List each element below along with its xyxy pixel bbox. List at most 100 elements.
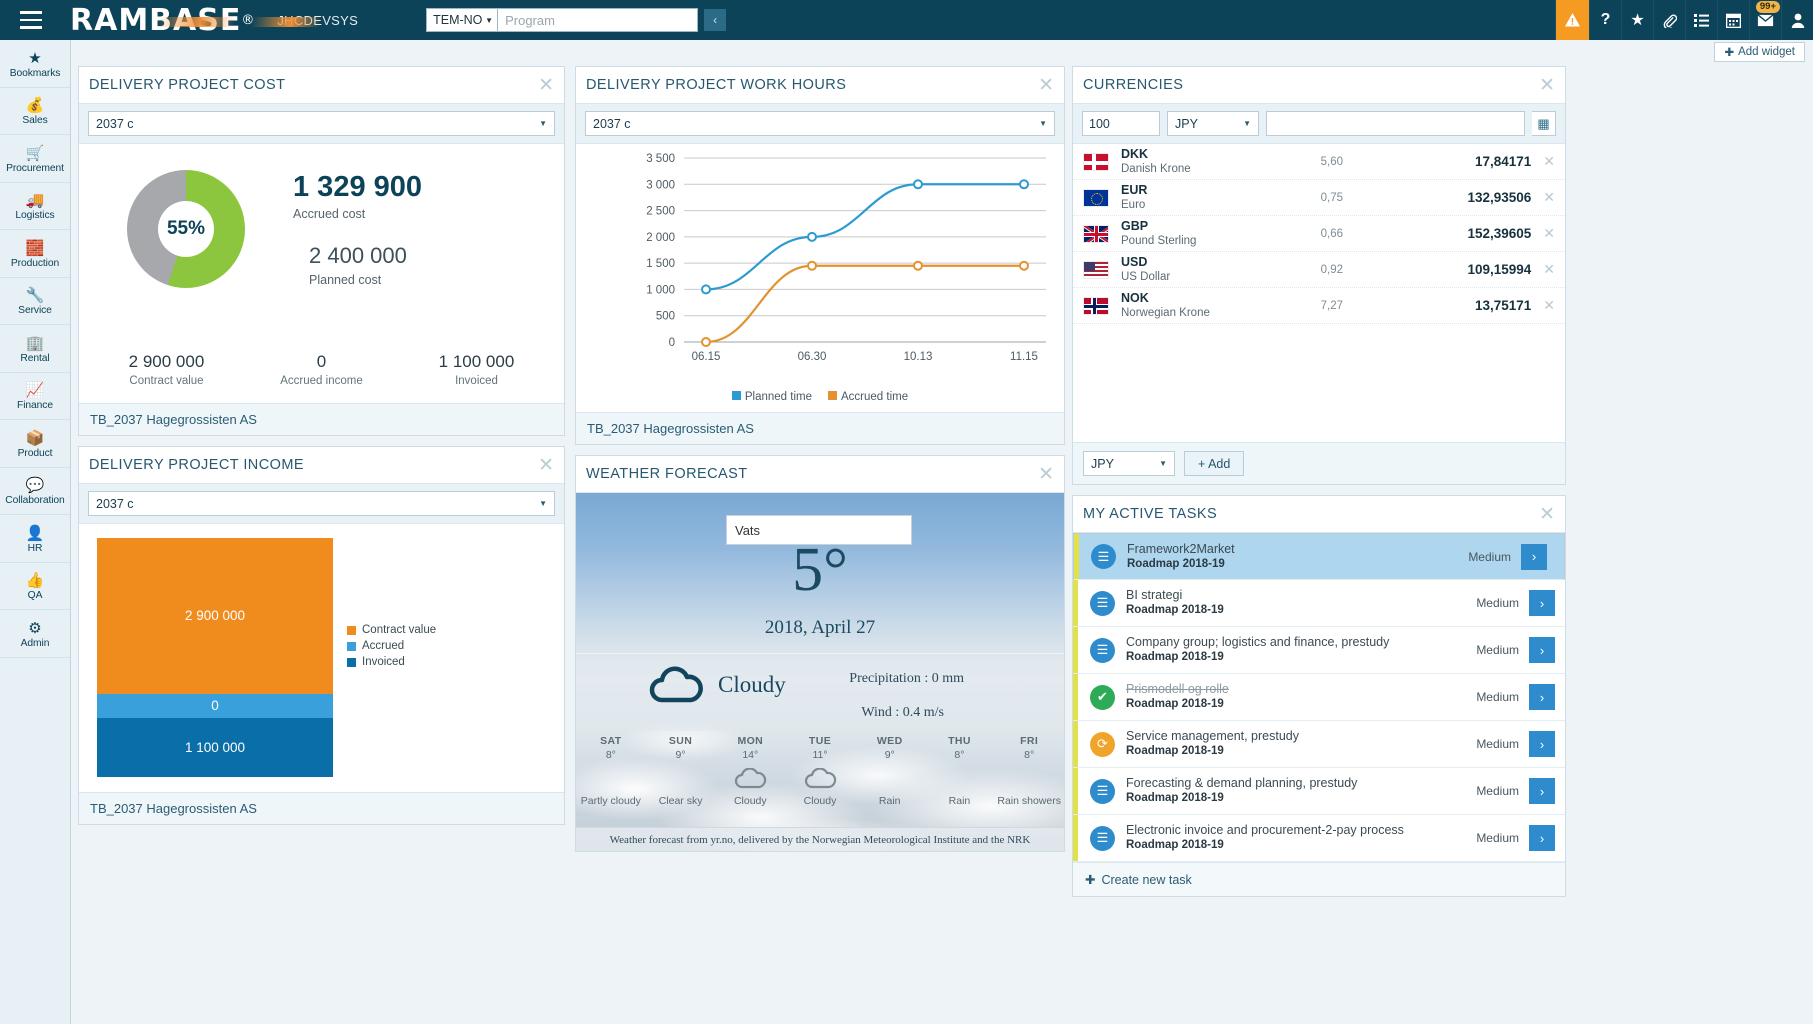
task-priority-label: Medium [1476,737,1519,751]
currency-rate: 0,66 [1271,228,1343,240]
summary-value: 1 100 000 [399,352,554,372]
favorites-star-icon[interactable]: ★ [1621,0,1653,40]
calendar-icon[interactable] [1717,0,1749,40]
currency-row[interactable]: GBPPound Sterling0,66152,39605✕ [1073,216,1565,252]
base-currency-select[interactable]: JPY ▼ [1167,111,1259,136]
attachment-icon[interactable] [1653,0,1685,40]
currency-search-input[interactable] [1266,111,1525,136]
currency-value: 152,39605 [1343,226,1543,241]
sidebar-item-rental[interactable]: 🏢Rental [0,325,70,373]
forecast-temp: 8° [576,749,646,761]
tenant-select[interactable]: TEM-NO ▼ [426,8,498,32]
currency-row[interactable]: DKKDanish Krone5,6017,84171✕ [1073,144,1565,180]
task-row[interactable]: ✔Prismodell og rolleRoadmap 2018-19Mediu… [1073,674,1565,721]
cloud-icon [648,665,706,705]
sidebar-item-service[interactable]: 🔧Service [0,278,70,326]
widget-filter-bar: 2037 c ▼ [79,484,564,524]
task-row[interactable]: ☰Electronic invoice and procurement-2-pa… [1073,815,1565,862]
collapse-toggle-icon[interactable]: ‹ [704,9,726,31]
sidebar-item-admin[interactable]: ⚙Admin [0,610,70,658]
remove-currency-icon[interactable]: ✕ [1543,189,1555,206]
task-open-arrow-icon[interactable]: › [1529,684,1555,710]
sidebar-item-qa[interactable]: 👍QA [0,563,70,611]
currency-row[interactable]: EUREuro0,75132,93506✕ [1073,180,1565,216]
remove-currency-icon[interactable]: ✕ [1543,225,1555,242]
remove-currency-icon[interactable]: ✕ [1543,261,1555,278]
add-widget-label: Add widget [1738,46,1795,58]
hamburger-menu-icon[interactable] [0,0,62,40]
sidebar-item-product[interactable]: 📦Product [0,420,70,468]
task-texts: BI strategiRoadmap 2018-19 [1126,588,1476,618]
tenant-select-value: TEM-NO [433,13,482,27]
widget-currencies: CURRENCIES ✕ 100 JPY ▼ ▦ DKKDanish Krone… [1072,66,1566,485]
calendar-icon[interactable]: ▦ [1532,111,1556,136]
task-row[interactable]: ☰Company group; logistics and finance, p… [1073,627,1565,674]
sidebar-item-hr[interactable]: 👤HR [0,515,70,563]
forecast-day-label: SAT [576,735,646,747]
currency-names: EUREuro [1121,183,1271,212]
remove-currency-icon[interactable]: ✕ [1543,297,1555,314]
help-icon[interactable]: ? [1589,0,1621,40]
line-chart-legend: Planned timeAccrued time [576,391,1064,403]
currency-row[interactable]: USDUS Dollar0,92109,15994✕ [1073,252,1565,288]
forecast-day-label: FRI [994,735,1064,747]
close-icon[interactable]: ✕ [1539,76,1555,95]
task-row[interactable]: ☰Forecasting & demand planning, prestudy… [1073,768,1565,815]
project-select[interactable]: 2037 c ▼ [88,111,555,136]
income-chart-area: 2 900 00001 100 000 Contract valueAccrue… [79,524,564,792]
sidebar-item-label: Finance [17,400,53,411]
program-search-input[interactable]: Program [498,8,698,32]
add-currency-button[interactable]: + Add [1184,451,1244,476]
rambase-logo: RAMBASE® [62,0,255,40]
mail-icon[interactable]: 99+ [1749,0,1781,40]
user-icon[interactable] [1781,0,1813,40]
sidebar-item-collaboration[interactable]: 💬Collaboration [0,468,70,516]
legend-swatch [347,658,356,667]
task-open-arrow-icon[interactable]: › [1529,778,1555,804]
currency-row[interactable]: NOKNorwegian Krone7,2713,75171✕ [1073,288,1565,324]
close-icon[interactable]: ✕ [1539,505,1555,524]
task-open-arrow-icon[interactable]: › [1529,825,1555,851]
add-widget-button[interactable]: ✚ Add widget [1714,42,1805,62]
widget-footer: TB_2037 Hagegrossisten AS [576,412,1064,444]
currency-name: Danish Krone [1121,162,1271,176]
project-select[interactable]: 2037 c ▼ [88,491,555,516]
add-currency-select[interactable]: JPY ▼ [1083,451,1175,476]
close-icon[interactable]: ✕ [1038,76,1054,95]
task-title: Service management, prestudy [1126,729,1476,744]
task-open-arrow-icon[interactable]: › [1529,637,1555,663]
sidebar-item-procurement[interactable]: 🛒Procurement [0,135,70,183]
flag-us-icon [1083,261,1109,279]
sidebar-item-finance[interactable]: 📈Finance [0,373,70,421]
alert-icon[interactable] [1555,0,1589,40]
close-icon[interactable]: ✕ [538,76,554,95]
close-icon[interactable]: ✕ [538,456,554,475]
project-select[interactable]: 2037 c ▼ [585,111,1055,136]
chevron-down-icon: ▼ [485,16,493,25]
task-row[interactable]: ☰BI strategiRoadmap 2018-19Medium› [1073,580,1565,627]
task-row[interactable]: ☰Framework2MarketRoadmap 2018-19Medium› [1073,533,1565,580]
donut-chart: 55% [79,166,293,352]
project-select-value: 2037 c [593,117,631,131]
summary-value: 0 [244,352,399,372]
task-open-arrow-icon[interactable]: › [1529,731,1555,757]
widget-title: DELIVERY PROJECT WORK HOURS [586,77,846,93]
sidebar-item-logistics[interactable]: 🚚Logistics [0,183,70,231]
close-icon[interactable]: ✕ [1038,465,1054,484]
forecast-condition: Rain showers [994,795,1064,807]
remove-currency-icon[interactable]: ✕ [1543,153,1555,170]
sidebar-item-label: Rental [20,353,49,364]
sidebar-item-bookmarks[interactable]: ★Bookmarks [0,40,70,88]
sidebar-item-sales[interactable]: 💰Sales [0,88,70,136]
list-icon[interactable] [1685,0,1717,40]
bar-segment-label: 2 900 000 [185,608,245,623]
amount-input[interactable]: 100 [1082,111,1160,136]
task-open-arrow-icon[interactable]: › [1521,544,1547,570]
task-row[interactable]: ⟳Service management, prestudyRoadmap 201… [1073,721,1565,768]
task-title: Forecasting & demand planning, prestudy [1126,776,1476,791]
sidebar-item-production[interactable]: 🧱Production [0,230,70,278]
task-texts: Company group; logistics and finance, pr… [1126,635,1476,665]
task-open-arrow-icon[interactable]: › [1529,590,1555,616]
sidebar-item-label: Procurement [6,163,64,174]
create-new-task-button[interactable]: ✚ Create new task [1073,862,1565,896]
